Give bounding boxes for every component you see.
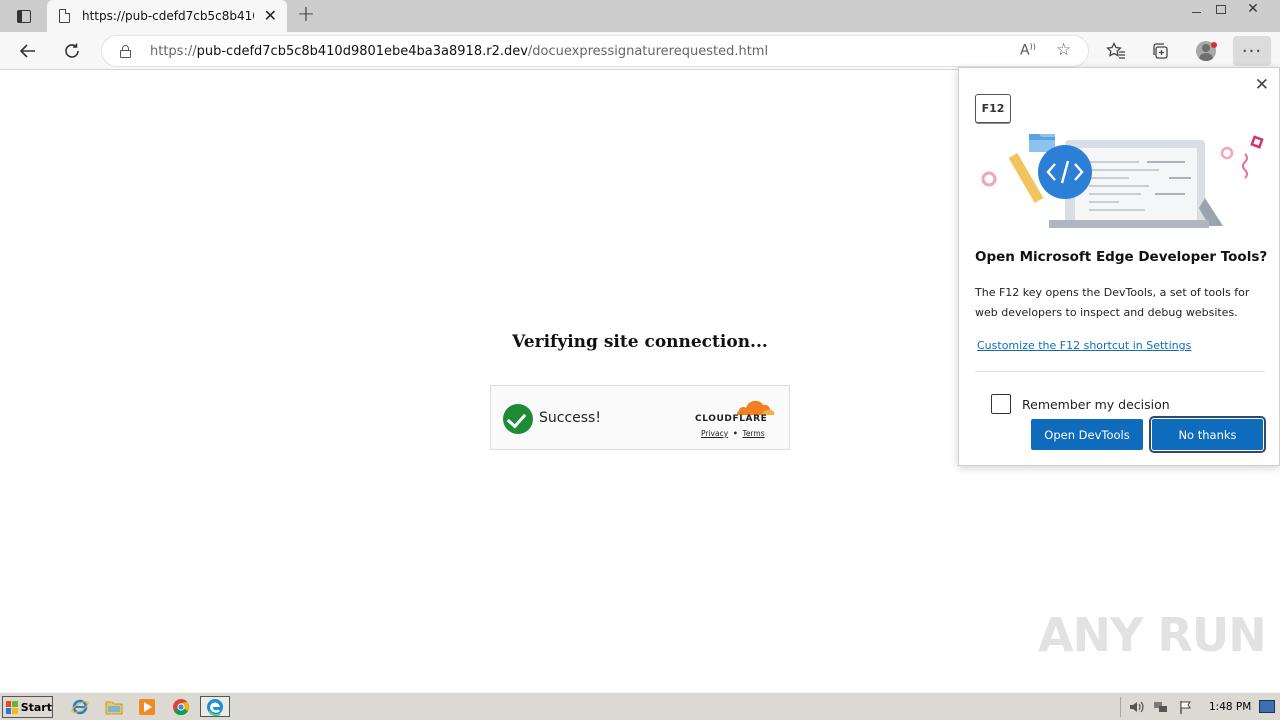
sync-status-dot xyxy=(1211,42,1217,48)
minimize-button[interactable] xyxy=(1183,1,1209,17)
tab-strip: https://pub-cdefd7cb5c8b410d9801ebe4ba3a… xyxy=(0,0,1280,32)
captcha-widget: Success! CLOUDFLARE Privacy • Terms xyxy=(490,385,790,450)
new-tab-button[interactable]: + xyxy=(295,4,317,26)
privacy-link[interactable]: Privacy xyxy=(701,429,728,438)
address-bar[interactable]: https://pub-cdefd7cb5c8b410d9801ebe4ba3a… xyxy=(101,35,1089,67)
watermark-logo: ANY RUN xyxy=(1038,608,1267,662)
success-check-icon xyxy=(503,404,533,434)
close-icon[interactable]: ✕ xyxy=(1255,75,1269,95)
add-favorite-icon[interactable]: ☆ xyxy=(1056,40,1071,60)
customize-shortcut-link[interactable]: Customize the F12 shortcut in Settings xyxy=(977,339,1191,352)
settings-more-button[interactable]: ··· xyxy=(1233,36,1271,66)
start-button[interactable]: Start xyxy=(2,696,53,718)
browser-toolbar: https://pub-cdefd7cb5c8b410d9801ebe4ba3a… xyxy=(0,32,1280,70)
lock-icon[interactable] xyxy=(120,45,131,58)
no-thanks-button[interactable]: No thanks xyxy=(1149,416,1266,453)
cloudflare-wordmark: CLOUDFLARE xyxy=(695,414,768,424)
dialog-body-text: The F12 key opens the DevTools, a set of… xyxy=(975,286,1250,319)
taskbar: Start 1:48 PM xyxy=(0,692,1280,720)
dialog-divider xyxy=(975,371,1265,372)
volume-icon[interactable] xyxy=(1128,700,1144,714)
page-icon xyxy=(59,9,70,23)
tab-actions-icon[interactable] xyxy=(8,5,40,27)
terms-link[interactable]: Terms xyxy=(743,429,765,438)
devtools-illustration xyxy=(981,134,1264,228)
windows-logo-icon xyxy=(6,700,18,714)
favorites-icon[interactable] xyxy=(1103,39,1129,63)
show-desktop-icon[interactable] xyxy=(1259,700,1275,713)
remember-decision-checkbox[interactable] xyxy=(991,394,1011,414)
window-close-button[interactable]: ✕ xyxy=(1238,1,1268,17)
back-button[interactable] xyxy=(16,39,40,63)
refresh-button[interactable] xyxy=(60,39,84,63)
start-label: Start xyxy=(20,700,52,714)
dialog-heading: Open Microsoft Edge Developer Tools? xyxy=(975,249,1268,265)
f12-key-icon: F12 xyxy=(975,94,1011,123)
back-arrow-icon xyxy=(19,44,35,58)
url-text[interactable]: https://pub-cdefd7cb5c8b410d9801ebe4ba3a… xyxy=(150,44,768,59)
file-explorer-icon[interactable] xyxy=(103,697,125,717)
remember-decision-label[interactable]: Remember my decision xyxy=(1022,397,1170,412)
open-devtools-button[interactable]: Open DevTools xyxy=(1031,419,1143,450)
tab-title: https://pub-cdefd7cb5c8b410d9801ebe4ba3a… xyxy=(82,9,254,23)
media-player-icon[interactable] xyxy=(136,697,158,717)
edge-icon[interactable] xyxy=(200,696,230,717)
tab-close-icon[interactable]: ✕ xyxy=(264,7,277,25)
network-icon[interactable] xyxy=(1153,700,1169,714)
collections-icon[interactable] xyxy=(1147,39,1173,63)
action-center-flag-icon[interactable] xyxy=(1178,700,1194,714)
cloudflare-links: Privacy • Terms xyxy=(701,429,765,438)
devtools-prompt-dialog: ✕ F12 Open Microsoft Edge Developer Tool… xyxy=(958,67,1280,466)
read-aloud-icon[interactable]: A)) xyxy=(1020,42,1036,59)
success-text: Success! xyxy=(539,410,601,426)
tab-active[interactable]: https://pub-cdefd7cb5c8b410d9801ebe4ba3a… xyxy=(47,0,287,32)
link-separator: • xyxy=(732,429,738,438)
page-title: Verifying site connection... xyxy=(512,332,768,352)
taskbar-clock[interactable]: 1:48 PM xyxy=(1209,701,1251,713)
tray-divider xyxy=(1120,697,1121,717)
chrome-icon[interactable] xyxy=(170,697,192,717)
internet-explorer-icon[interactable] xyxy=(69,697,91,717)
cloudflare-logo xyxy=(737,400,775,415)
profile-avatar[interactable] xyxy=(1193,39,1219,63)
refresh-icon xyxy=(65,43,79,58)
restore-button[interactable] xyxy=(1208,1,1234,17)
